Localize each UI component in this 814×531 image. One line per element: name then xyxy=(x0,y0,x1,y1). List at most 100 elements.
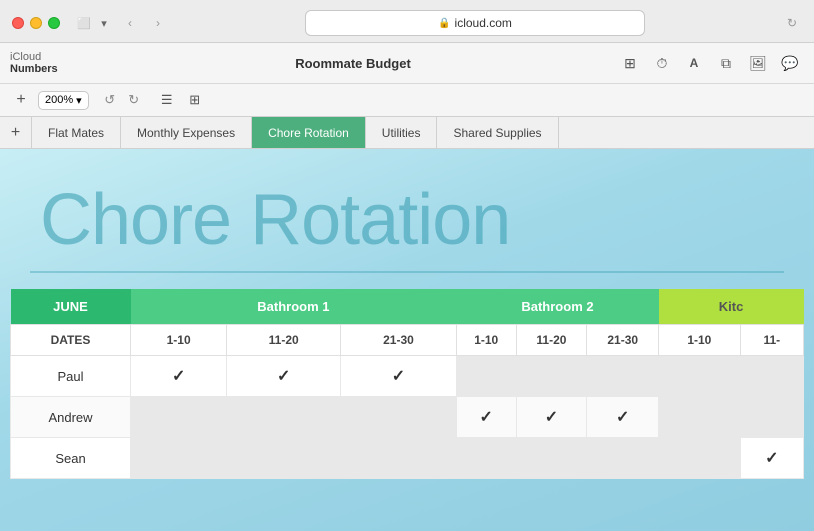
undo-button[interactable]: ↺ xyxy=(99,89,121,111)
format-tools: ☰ ⊞ xyxy=(155,88,207,112)
header-bathroom1: Bathroom 1 xyxy=(131,289,457,325)
sean-b2-2[interactable] xyxy=(516,438,587,479)
row-name-paul: Paul xyxy=(11,356,131,397)
app-name-label: Numbers xyxy=(10,63,90,75)
sean-k-2[interactable]: ✓ xyxy=(740,438,803,479)
checkmark-icon: ✓ xyxy=(616,409,629,426)
andrew-b1-1[interactable] xyxy=(131,397,227,438)
header-bathroom2: Bathroom 2 xyxy=(456,289,658,325)
header-june: JUNE xyxy=(11,289,131,325)
range-11-20-b2: 11-20 xyxy=(516,325,587,356)
paul-b1-3[interactable]: ✓ xyxy=(341,356,457,397)
sean-k-1[interactable] xyxy=(659,438,740,479)
checkmark-icon: ✓ xyxy=(480,409,493,426)
tab-chore-rotation[interactable]: Chore Rotation xyxy=(252,117,366,148)
title-underline xyxy=(30,271,784,273)
sheet-tabs: + Flat Mates Monthly Expenses Chore Rota… xyxy=(0,117,814,149)
andrew-b2-1[interactable]: ✓ xyxy=(456,397,516,438)
row-name-sean: Sean xyxy=(11,438,131,479)
paul-b2-1[interactable] xyxy=(456,356,516,397)
chore-table: JUNE Bathroom 1 Bathroom 2 Kitc DATES 1-… xyxy=(10,289,804,479)
tab-shared-supplies[interactable]: Shared Supplies xyxy=(437,117,558,148)
sean-b1-2[interactable] xyxy=(227,438,341,479)
checkmark-icon: ✓ xyxy=(765,450,778,467)
sheet-title: Chore Rotation xyxy=(0,149,814,271)
paul-k-2[interactable] xyxy=(740,356,803,397)
range-21-30-b1: 21-30 xyxy=(341,325,457,356)
add-tab-button[interactable]: + xyxy=(0,117,32,148)
text-icon[interactable]: A xyxy=(680,49,708,77)
lock-icon: 🔒 xyxy=(438,18,450,29)
header-kitchen: Kitc xyxy=(659,289,804,325)
paul-b2-2[interactable] xyxy=(516,356,587,397)
range-11-20-b1: 11-20 xyxy=(227,325,341,356)
tab-utilities[interactable]: Utilities xyxy=(366,117,438,148)
tab-icon[interactable]: ⬜ xyxy=(76,15,92,31)
dates-label: DATES xyxy=(11,325,131,356)
sean-b1-1[interactable] xyxy=(131,438,227,479)
row-name-andrew: Andrew xyxy=(11,397,131,438)
content-area: Chore Rotation JUNE Bathroom 1 Bathroom … xyxy=(0,149,814,531)
title-bar: ⬜ ▾ ‹ › 🔒 icloud.com ↻ xyxy=(0,0,814,42)
paul-b2-3[interactable] xyxy=(587,356,659,397)
tab-flat-mates[interactable]: Flat Mates xyxy=(32,117,121,148)
app-brand: iCloud xyxy=(10,51,90,63)
back-button[interactable]: ‹ xyxy=(120,13,140,33)
range-1-10-b1: 1-10 xyxy=(131,325,227,356)
checkmark-icon: ✓ xyxy=(545,409,558,426)
checkmark-icon: ✓ xyxy=(392,368,405,385)
refresh-button[interactable]: ↻ xyxy=(782,13,802,33)
table-row: Paul ✓ ✓ ✓ xyxy=(11,356,804,397)
range-1-10-k: 1-10 xyxy=(659,325,740,356)
andrew-k-2[interactable] xyxy=(740,397,803,438)
add-sheet-button[interactable]: + xyxy=(10,89,32,111)
zoom-control[interactable]: 200% ▾ xyxy=(38,91,89,110)
document-title: Roommate Budget xyxy=(96,56,610,71)
andrew-k-1[interactable] xyxy=(659,397,740,438)
range-1-10-b2: 1-10 xyxy=(456,325,516,356)
table-icon[interactable]: ⊞ xyxy=(616,49,644,77)
andrew-b2-2[interactable]: ✓ xyxy=(516,397,587,438)
range-11-k: 11- xyxy=(740,325,803,356)
andrew-b2-3[interactable]: ✓ xyxy=(587,397,659,438)
app-bar: iCloud Numbers Roommate Budget ⊞ ⏱ A ⧉ 🖼… xyxy=(0,43,814,84)
list-icon[interactable]: ☰ xyxy=(155,88,179,112)
zoom-label: 200% xyxy=(45,94,73,106)
image-icon[interactable]: 🖼 xyxy=(744,49,772,77)
address-bar[interactable]: 🔒 icloud.com xyxy=(305,10,645,36)
table-row: Andrew ✓ ✓ ✓ xyxy=(11,397,804,438)
app-info: iCloud Numbers xyxy=(10,51,90,75)
undo-redo-group: ↺ ↻ xyxy=(99,89,145,111)
comment-icon[interactable]: 💬 xyxy=(776,49,804,77)
tab-monthly-expenses[interactable]: Monthly Expenses xyxy=(121,117,252,148)
toolbar-icons: ⊞ ⏱ A ⧉ 🖼 💬 xyxy=(616,49,804,77)
minimize-button[interactable] xyxy=(30,17,42,29)
checkmark-icon: ✓ xyxy=(277,368,290,385)
window-controls: ⬜ ▾ xyxy=(76,15,112,31)
paul-b1-1[interactable]: ✓ xyxy=(131,356,227,397)
table-format-icon[interactable]: ⊞ xyxy=(183,88,207,112)
close-button[interactable] xyxy=(12,17,24,29)
subheader-row: DATES 1-10 11-20 21-30 1-10 11-20 21-30 … xyxy=(11,325,804,356)
table-header-row: JUNE Bathroom 1 Bathroom 2 Kitc xyxy=(11,289,804,325)
sean-b1-3[interactable] xyxy=(341,438,457,479)
range-21-30-b2: 21-30 xyxy=(587,325,659,356)
zoom-chevron-icon: ▾ xyxy=(76,94,82,107)
sean-b2-1[interactable] xyxy=(456,438,516,479)
traffic-lights xyxy=(12,17,60,29)
forward-button[interactable]: › xyxy=(148,13,168,33)
copy-icon[interactable]: ⧉ xyxy=(712,49,740,77)
browser-chrome: ⬜ ▾ ‹ › 🔒 icloud.com ↻ xyxy=(0,0,814,43)
andrew-b1-2[interactable] xyxy=(227,397,341,438)
redo-button[interactable]: ↻ xyxy=(123,89,145,111)
maximize-button[interactable] xyxy=(48,17,60,29)
table-row: Sean ✓ xyxy=(11,438,804,479)
tab-chevron[interactable]: ▾ xyxy=(96,15,112,31)
checkmark-icon: ✓ xyxy=(172,368,185,385)
paul-b1-2[interactable]: ✓ xyxy=(227,356,341,397)
andrew-b1-3[interactable] xyxy=(341,397,457,438)
url-text: icloud.com xyxy=(455,16,512,30)
clock-icon[interactable]: ⏱ xyxy=(648,49,676,77)
paul-k-1[interactable] xyxy=(659,356,740,397)
sean-b2-3[interactable] xyxy=(587,438,659,479)
